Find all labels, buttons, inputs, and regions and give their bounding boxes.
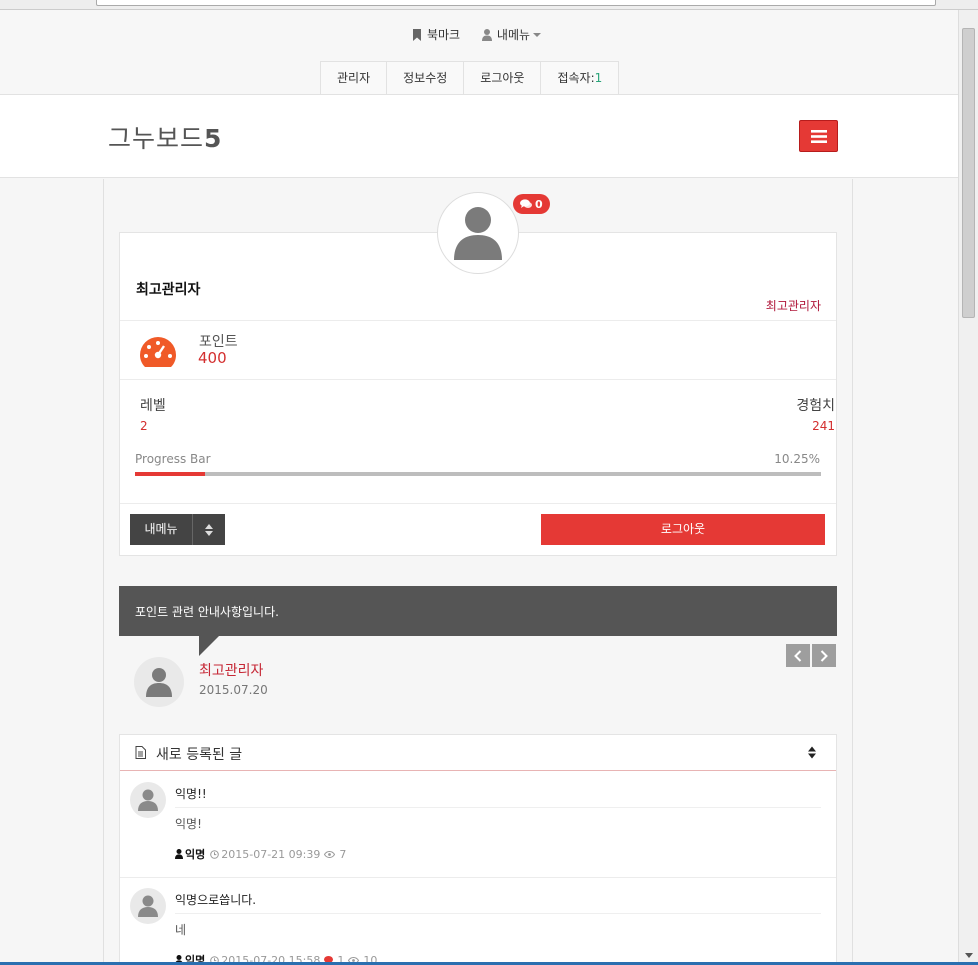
- sort-icon[interactable]: [808, 746, 816, 759]
- tab-logout[interactable]: 로그아웃: [463, 61, 541, 95]
- browser-toolbar: [0, 0, 978, 10]
- notice-author[interactable]: 최고관리자: [199, 660, 263, 680]
- progress-percent: 10.25%: [774, 452, 820, 466]
- divider: [175, 913, 821, 914]
- tab-connected-users[interactable]: 접속자:1: [540, 61, 620, 95]
- address-bar[interactable]: [96, 0, 936, 6]
- post-views: 7: [339, 847, 347, 861]
- divider: [120, 379, 836, 380]
- site-header: 그누보드5: [0, 95, 958, 178]
- post-datetime: 2015-07-21 09:39: [221, 847, 321, 861]
- scroll-down-icon[interactable]: [965, 953, 973, 958]
- level-value: 2: [140, 419, 148, 433]
- exp-value: 241: [812, 419, 835, 433]
- top-links: 북마크 내메뉴: [0, 26, 958, 44]
- notice-tail: [199, 636, 219, 656]
- logout-button[interactable]: 로그아웃: [541, 514, 825, 545]
- progress-fill: [135, 472, 206, 476]
- tab-edit-profile-label: 정보수정: [403, 71, 448, 85]
- chevron-left-icon: [794, 649, 802, 662]
- connected-count: 1: [594, 71, 603, 85]
- tab-edit-profile[interactable]: 정보수정: [386, 61, 464, 95]
- profile-avatar: [437, 192, 519, 274]
- message-badge[interactable]: 0: [513, 194, 550, 214]
- tab-admin[interactable]: 관리자: [320, 61, 387, 95]
- divider: [120, 503, 836, 504]
- site-logo[interactable]: 그누보드5: [108, 119, 222, 155]
- bookmark-label: 북마크: [426, 28, 461, 42]
- scrollbar[interactable]: [958, 10, 978, 962]
- avatar: [130, 782, 166, 818]
- point-label: 포인트: [199, 334, 238, 350]
- bookmark-icon: [412, 28, 421, 41]
- profile-card: [119, 232, 837, 556]
- tab-connected-label: 접속자: [557, 71, 591, 85]
- next-button[interactable]: [812, 644, 836, 667]
- new-posts-widget: 새로 등록된 글 익명!! 익명! 익명 2015-07-21 09:39 7 …: [119, 734, 837, 965]
- point-value: 400: [198, 349, 227, 367]
- divider: [175, 807, 821, 808]
- notice-bubble[interactable]: 포인트 관련 안내사항입니다.: [119, 586, 837, 636]
- mymenu-button-label: 내메뉴: [130, 514, 193, 545]
- user-icon: [481, 28, 492, 41]
- avatar-icon: [138, 895, 158, 917]
- hamburger-icon: [810, 129, 827, 143]
- new-posts-header: 새로 등록된 글: [120, 735, 836, 771]
- post-title[interactable]: 익명!!: [175, 785, 207, 802]
- mymenu-label: 내메뉴: [496, 28, 531, 42]
- hamburger-menu-button[interactable]: [799, 120, 838, 152]
- new-posts-title: 새로 등록된 글: [156, 747, 243, 763]
- avatar-icon: [146, 668, 172, 697]
- list-item[interactable]: 익명!! 익명! 익명 2015-07-21 09:39 7: [120, 772, 836, 878]
- dashboard-gauge-icon: [138, 335, 178, 372]
- progress-bar: [135, 472, 821, 476]
- sort-icon: [205, 523, 213, 536]
- notice-date: 2015.07.20: [199, 683, 268, 697]
- logo-number: 5: [204, 124, 223, 153]
- divider: [120, 320, 836, 321]
- clock-icon: [210, 849, 220, 859]
- mymenu-dropdown-button[interactable]: 내메뉴: [130, 514, 225, 545]
- prev-button[interactable]: [786, 644, 810, 667]
- profile-role: 최고관리자: [765, 299, 821, 313]
- comments-icon: [520, 199, 532, 208]
- post-author[interactable]: 익명: [175, 846, 205, 862]
- notice-avatar: [134, 657, 184, 707]
- post-author-name: 익명: [185, 848, 206, 861]
- post-meta: 익명 2015-07-21 09:39 7: [175, 846, 346, 862]
- eye-icon: [324, 850, 336, 858]
- bookmark-link[interactable]: 북마크: [412, 26, 460, 43]
- progress-label: Progress Bar: [135, 452, 211, 466]
- top-tabs: 관리자 정보수정 로그아웃 접속자:1: [320, 61, 620, 95]
- post-body: 익명!: [175, 817, 202, 831]
- avatar-icon: [138, 789, 158, 811]
- document-icon: [135, 746, 146, 759]
- tab-admin-label: 관리자: [337, 71, 371, 85]
- scrollbar-thumb[interactable]: [962, 28, 975, 318]
- level-label: 레벨: [140, 398, 166, 414]
- tab-logout-label: 로그아웃: [480, 71, 525, 85]
- avatar-icon: [454, 207, 502, 260]
- logo-text: 그누보드: [108, 124, 205, 153]
- list-item[interactable]: 익명으로씁니다. 네 익명 2015-07-20 15:58 1 10: [120, 878, 836, 965]
- user-icon: [175, 849, 183, 859]
- chevron-right-icon: [820, 649, 828, 662]
- profile-name: 최고관리자: [136, 282, 201, 298]
- message-count: 0: [535, 197, 543, 211]
- caret-down-icon: [533, 32, 542, 37]
- exp-label: 경험치: [796, 398, 835, 414]
- notice-text: 포인트 관련 안내사항입니다.: [135, 605, 279, 619]
- avatar: [130, 888, 166, 924]
- post-title[interactable]: 익명으로씁니다.: [175, 891, 256, 908]
- mymenu-link[interactable]: 내메뉴: [481, 26, 546, 43]
- post-body: 네: [175, 923, 187, 937]
- top-nav: 북마크 내메뉴 관리자 정보수정 로그아웃 접속자:1: [0, 10, 958, 95]
